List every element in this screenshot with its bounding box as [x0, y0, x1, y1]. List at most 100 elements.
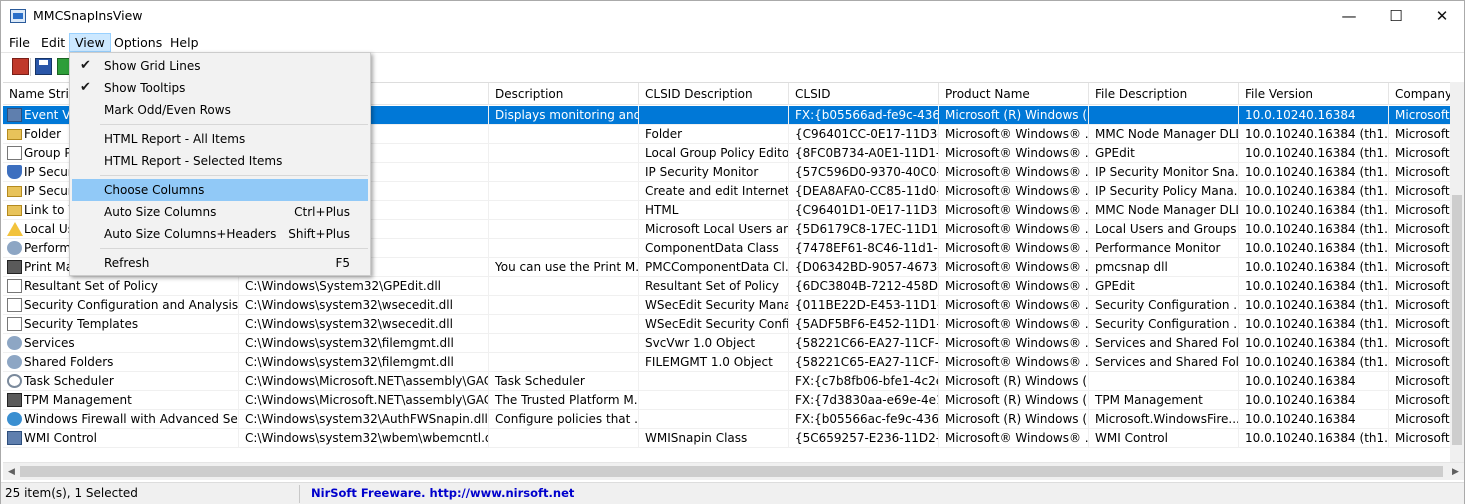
cell-clsid: FX:{c7b8fb06-bfe1-4c2e... — [789, 372, 939, 391]
cell-file-description: MMC Node Manager DLL — [1089, 125, 1239, 144]
cell-description — [489, 182, 639, 201]
view-menu-item-choose-columns[interactable]: Choose Columns — [72, 179, 368, 201]
cell-description — [489, 277, 639, 296]
table-row[interactable]: Shared Folders C:\Windows\system32\filemg… — [3, 353, 1450, 372]
horizontal-scrollbar[interactable]: ◀ ▶ — [3, 462, 1464, 480]
column-header-file-description[interactable]: File Description — [1089, 83, 1239, 105]
scroll-right-arrow-icon[interactable]: ▶ — [1447, 463, 1464, 481]
cell-product-name: Microsoft® Windows® ... — [939, 239, 1089, 258]
cell-product-name: Microsoft (R) Windows (... — [939, 372, 1089, 391]
cell-clsid: {DEA8AFA0-CC85-11d0-... — [789, 182, 939, 201]
cell-description — [489, 144, 639, 163]
cell-file-description: GPEdit — [1089, 144, 1239, 163]
cell-description: The Trusted Platform M... — [489, 391, 639, 410]
delete-icon[interactable] — [12, 58, 29, 75]
vertical-scroll-thumb[interactable] — [1452, 195, 1462, 445]
table-row[interactable]: Windows Firewall with Advanced Secu...C:… — [3, 410, 1450, 429]
view-menu-item-html-report-all-items[interactable]: HTML Report - All Items — [72, 128, 368, 150]
title-bar[interactable]: MMCSnapInsView — ☐ ✕ — [1, 1, 1464, 31]
cell-description — [489, 239, 639, 258]
cell-product-name: Microsoft® Windows® ... — [939, 144, 1089, 163]
table-row[interactable]: Task Scheduler C:\Windows\Microsoft.NET\a… — [3, 372, 1450, 391]
minimize-button[interactable]: — — [1326, 1, 1372, 31]
cell-company: Microsoft — [1389, 410, 1450, 429]
column-header-clsid-description[interactable]: CLSID Description — [639, 83, 789, 105]
column-header-company[interactable]: Company — [1389, 83, 1450, 105]
cell-clsid-description — [639, 391, 789, 410]
view-menu-item-auto-size-columns[interactable]: Auto Size Columns Ctrl+Plus — [72, 201, 368, 223]
cell-clsid-description: WSecEdit Security Mana... — [639, 296, 789, 315]
cell-filename: C:\Windows\system32\wsecedit.dll — [239, 315, 489, 334]
view-menu-item-refresh[interactable]: Refresh F5 — [72, 252, 368, 274]
cell-clsid: {5D6179C8-17EC-11D1-9... — [789, 220, 939, 239]
column-header-description[interactable]: Description — [489, 83, 639, 105]
cell-description: Configure policies that ... — [489, 410, 639, 429]
app-icon — [10, 9, 26, 23]
chip-icon — [7, 393, 22, 407]
menu-view[interactable]: View — [69, 33, 111, 52]
vertical-scrollbar[interactable] — [1450, 82, 1464, 462]
column-header-file-version[interactable]: File Version — [1239, 83, 1389, 105]
maximize-button[interactable]: ☐ — [1373, 1, 1419, 31]
view-menu-item-show-grid-lines[interactable]: ✔ Show Grid Lines — [72, 55, 368, 77]
cell-product-name: Microsoft® Windows® ... — [939, 182, 1089, 201]
table-row[interactable]: Services C:\Windows\system32\filemgmt.dll… — [3, 334, 1450, 353]
cell-file-version: 10.0.10240.16384 (th1.15... — [1239, 353, 1389, 372]
menu-separator — [100, 248, 368, 249]
cell-product-name: Microsoft® Windows® ... — [939, 220, 1089, 239]
menu-item-label: HTML Report - All Items — [104, 132, 246, 146]
menu-separator — [100, 175, 368, 176]
view-menu-item-mark-odd-even-rows[interactable]: Mark Odd/Even Rows — [72, 99, 368, 121]
cell-clsid: {58221C66-EA27-11CF-A... — [789, 334, 939, 353]
menu-bar: File Edit View Options Help — [1, 31, 1464, 52]
view-menu-item-auto-size-columns-headers[interactable]: Auto Size Columns+Headers Shift+Plus — [72, 223, 368, 245]
close-button[interactable]: ✕ — [1419, 1, 1465, 31]
cell-clsid: {D06342BD-9057-4673-B... — [789, 258, 939, 277]
cell-clsid-description: SvcVwr 1.0 Object — [639, 334, 789, 353]
menu-item-label: Refresh — [104, 256, 150, 270]
cell-file-description: GPEdit — [1089, 277, 1239, 296]
save-icon[interactable] — [35, 58, 52, 75]
table-row[interactable]: TPM Management C:\Windows\Microsoft.NET\a… — [3, 391, 1450, 410]
cell-file-description: Local Users and Groups ... — [1089, 220, 1239, 239]
table-row[interactable]: Resultant Set of Policy C:\Windows\System… — [3, 277, 1450, 296]
nirsoft-link[interactable]: NirSoft Freeware. http://www.nirsoft.net — [311, 486, 574, 500]
scroll-left-arrow-icon[interactable]: ◀ — [3, 463, 20, 481]
menu-file[interactable]: File — [4, 33, 35, 52]
cell-file-version: 10.0.10240.16384 — [1239, 106, 1389, 125]
cell-company: Microsoft — [1389, 201, 1450, 220]
shield-icon — [7, 165, 22, 179]
column-header-product-name[interactable]: Product Name — [939, 83, 1089, 105]
cell-clsid-description: PMCComponentData Cl... — [639, 258, 789, 277]
table-row[interactable]: WMI Control C:\Windows\system32\wbem\wbem… — [3, 429, 1450, 448]
view-menu-item-show-tooltips[interactable]: ✔ Show Tooltips — [72, 77, 368, 99]
folder-icon — [7, 186, 22, 197]
cell-product-name: Microsoft® Windows® ... — [939, 353, 1089, 372]
cell-file-description: IP Security Monitor Sna... — [1089, 163, 1239, 182]
cell-product-name: Microsoft® Windows® ... — [939, 334, 1089, 353]
view-menu-item-html-report-selected-items[interactable]: HTML Report - Selected Items — [72, 150, 368, 172]
table-row[interactable]: Security Configuration and Analysis C:\Wi… — [3, 296, 1450, 315]
menu-edit[interactable]: Edit — [36, 33, 70, 52]
cell-file-version: 10.0.10240.16384 — [1239, 410, 1389, 429]
cell-file-description: IP Security Policy Mana... — [1089, 182, 1239, 201]
cell-clsid: {57C596D0-9370-40C0-B... — [789, 163, 939, 182]
table-row[interactable]: Security Templates C:\Windows\system32\ws… — [3, 315, 1450, 334]
menu-help[interactable]: Help — [165, 33, 204, 52]
column-header-clsid[interactable]: CLSID — [789, 83, 939, 105]
cell-product-name: Microsoft (R) Windows (... — [939, 410, 1089, 429]
cell-description — [489, 125, 639, 144]
cell-company: Microsoft — [1389, 429, 1450, 448]
cell-company: Microsoft — [1389, 144, 1450, 163]
cell-file-version: 10.0.10240.16384 (th1.15... — [1239, 277, 1389, 296]
cell-file-version: 10.0.10240.16384 — [1239, 391, 1389, 410]
cell-filename: C:\Windows\Microsoft.NET\assembly\GAC... — [239, 372, 489, 391]
cell-description — [489, 315, 639, 334]
chip-icon — [7, 260, 22, 274]
cell-clsid-description: Create and edit Internet ... — [639, 182, 789, 201]
cell-description: Task Scheduler — [489, 372, 639, 391]
cell-file-description: Performance Monitor — [1089, 239, 1239, 258]
menu-options[interactable]: Options — [109, 33, 167, 52]
cell-file-version: 10.0.10240.16384 (th1.15... — [1239, 296, 1389, 315]
horizontal-scroll-thumb[interactable] — [20, 466, 1443, 477]
